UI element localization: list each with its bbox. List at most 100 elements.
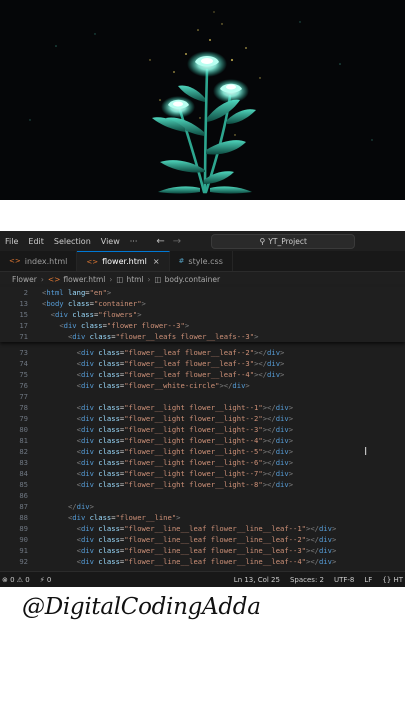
line-ending[interactable]: LF [364,576,372,584]
line-number: 79 [19,414,28,423]
code-text: <div class="flower__line"> [67,513,181,522]
code-line: 91 <div class="flower__line__leaf flower… [0,545,405,556]
arrow-left-icon[interactable]: ← [152,236,168,247]
code-text: <div class="flower__leafs flower__leafs-… [67,332,259,341]
tab-label: style.css [188,256,223,266]
code-line: 2 <html lang="en"> [0,287,405,298]
language-mode[interactable]: {} HT [382,576,403,584]
code-line: 74 <div class="flower__leaf flower__leaf… [0,358,405,369]
line-number: 78 [19,403,28,412]
code-line: 73 <div class="flower__leaf flower__leaf… [0,347,405,358]
command-center-search[interactable]: ⚲ YT_Project [211,233,356,249]
line-number: 74 [19,359,28,368]
menu-selection[interactable]: Selection [49,237,96,246]
code-line: 83 <div class="flower__light flower__lig… [0,457,405,468]
line-number: 91 [19,546,28,555]
code-text: <div class="flower__leaf flower__leaf--4… [76,370,285,379]
tab-flower-html[interactable]: <> flower.html × [77,251,170,271]
line-number: 73 [19,348,28,357]
breadcrumb-body[interactable]: body.container [165,275,220,284]
status-bar: ⊗ 0 ⚠ 0 ⚡ 0 Ln 13, Col 25 Spaces: 2 UTF-… [0,571,405,587]
line-number: 90 [19,535,28,544]
code-line: 88 <div class="flower__line"> [0,512,405,523]
line-number: 85 [19,480,28,489]
code-line: 92 <div class="flower__line__leaf flower… [0,556,405,567]
tab-label: flower.html [102,257,147,266]
encoding[interactable]: UTF-8 [334,576,354,584]
element-icon: ◫ [116,275,124,284]
code-line: 15 <div class="flowers"> [0,309,405,320]
line-number: 17 [19,321,28,330]
menu-edit[interactable]: Edit [23,237,49,246]
tab-label: index.html [24,256,68,266]
breadcrumb-file[interactable]: flower.html [63,275,105,284]
code-text: <div class="flower__line__leaf flower__l… [76,524,337,533]
code-line: 87 </div> [0,501,405,512]
chevron-right-icon: › [109,275,113,284]
line-number: 86 [19,491,28,500]
line-number: 83 [19,458,28,467]
code-text: <div class="flower__light flower__light-… [76,447,294,456]
code-line: 77 [0,391,405,402]
line-number: 76 [19,381,28,390]
chevron-right-icon: › [40,275,44,284]
css-file-icon: # [178,257,185,265]
tab-index-html[interactable]: <> index.html [0,251,78,271]
breadcrumb-folder[interactable]: Flower [12,275,37,284]
line-number: 88 [19,513,28,522]
text-cursor-icon: I [364,445,368,458]
line-number: 80 [19,425,28,434]
code-text: <div class="flower__leaf flower__leaf--3… [76,359,285,368]
line-number: 92 [19,557,28,566]
menu-more[interactable]: ··· [125,237,143,246]
code-lines: 73 <div class="flower__leaf flower__leaf… [0,347,405,567]
code-line: 79 <div class="flower__light flower__lig… [0,413,405,424]
code-line: 85 <div class="flower__light flower__lig… [0,479,405,490]
code-editor-window: File Edit Selection View ··· ← → ⚲ YT_Pr… [0,231,405,587]
code-line: 80 <div class="flower__light flower__lig… [0,424,405,435]
indentation[interactable]: Spaces: 2 [290,576,324,584]
menu-view[interactable]: View [96,237,125,246]
code-area[interactable]: 2 <html lang="en"> 13 <body class="containe… [0,287,405,567]
code-line: 17 <div class="flower flower--3"> [0,320,405,331]
line-number: 77 [19,392,28,401]
code-line: 84 <div class="flower__light flower__lig… [0,468,405,479]
code-text: <div class="flower__line__leaf flower__l… [76,557,337,566]
line-number: 71 [19,332,28,341]
tab-style-css[interactable]: # style.css [170,251,233,271]
chevron-right-icon: › [147,275,151,284]
code-line: 75 <div class="flower__leaf flower__leaf… [0,369,405,380]
code-text: <div class="flower__light flower__light-… [76,414,294,423]
breadcrumb-html[interactable]: html [126,275,143,284]
close-icon[interactable]: × [153,257,160,266]
problems-indicator[interactable]: ⊗ 0 ⚠ 0 [2,576,30,584]
line-number: 2 [23,288,28,297]
element-icon: ◫ [154,275,162,284]
code-text: <body class="container"> [42,299,146,308]
arrow-right-icon[interactable]: → [169,236,185,247]
line-number: 82 [19,447,28,456]
line-number: 13 [19,299,28,308]
code-text: <div class="flower__line__leaf flower__l… [76,535,337,544]
code-line: 78 <div class="flower__light flower__lig… [0,402,405,413]
code-line: 71 <div class="flower__leafs flower__lea… [0,331,405,342]
line-number: 15 [19,310,28,319]
code-text: </div> [67,502,94,511]
code-text: <div class="flower__light flower__light-… [76,458,294,467]
ports-indicator[interactable]: ⚡ 0 [40,576,52,584]
code-line: 81 <div class="flower__light flower__lig… [0,435,405,446]
line-number: 89 [19,524,28,533]
menu-file[interactable]: File [0,237,23,246]
cursor-position[interactable]: Ln 13, Col 25 [234,576,280,584]
code-line: 82 <div class="flower__light flower__lig… [0,446,405,457]
code-line: 13 <body class="container"> [0,298,405,309]
code-text: <html lang="en"> [42,288,112,297]
code-text: <div class="flower__line__leaf flower__l… [76,546,337,555]
html-file-icon: <> [47,275,61,284]
channel-watermark: @DigitalCodingAdda [22,594,261,620]
menu-bar: File Edit Selection View ··· ← → ⚲ YT_Pr… [0,231,405,251]
line-number: 87 [19,502,28,511]
line-number: 75 [19,370,28,379]
code-line: 86 [0,490,405,501]
line-number: 84 [19,469,28,478]
